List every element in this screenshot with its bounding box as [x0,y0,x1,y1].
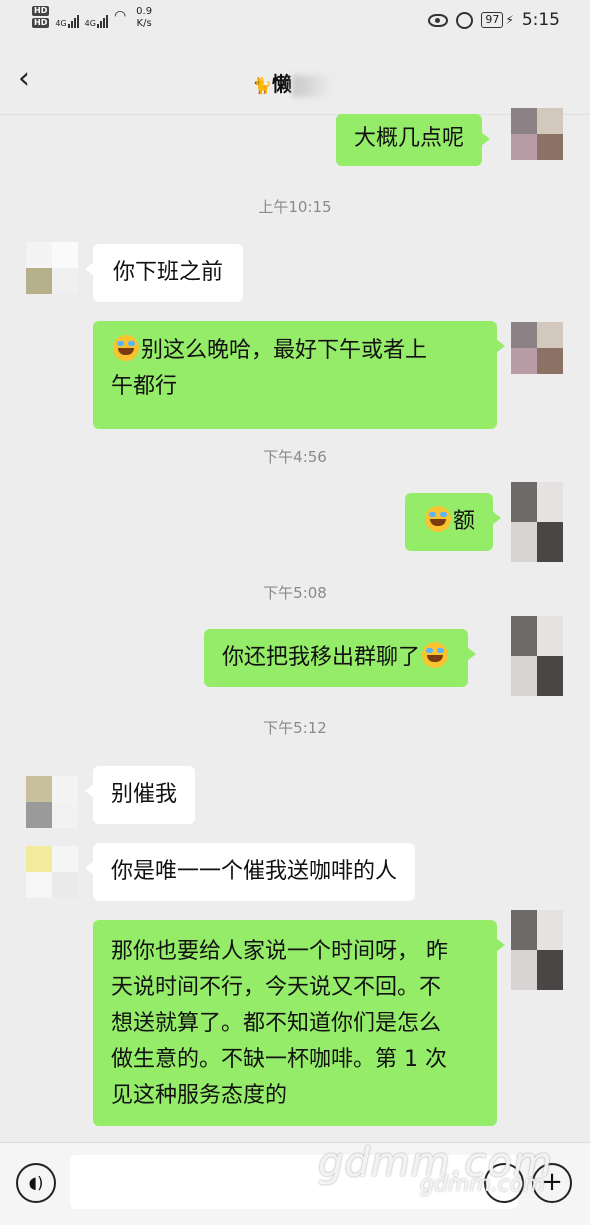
network-speed: 0.9 K/s [136,6,152,30]
hd-indicators: HD HD [32,6,50,28]
message-text: 额 [453,509,476,534]
eye-comfort-icon [428,13,449,27]
speed-unit: K/s [136,18,152,29]
network-type-2: 4G [84,19,96,28]
contact-avatar[interactable] [26,846,78,898]
message-line: 想送就算了。都不知道你们是怎么 [111,1011,442,1036]
my-avatar[interactable] [511,910,563,990]
timestamp: 上午10:15 [258,198,332,216]
message-bubble-outgoing[interactable]: 大概几点呢 [336,114,491,166]
message-bubble-incoming[interactable]: 别催我 [84,766,196,824]
message-line: 见这种服务态度的 [111,1083,288,1108]
message-line: 那你也要给人家说一个时间呀， 昨 [111,939,448,964]
message-bubble-incoming[interactable]: 你下班之前 [84,244,244,302]
message-bubble-outgoing[interactable]: 你还把我移出群聊了 [204,629,477,687]
message-text: 别这么晚哈，最好下午或者上 [141,338,428,363]
wifi-icon: ◠ [113,8,127,24]
crying-laughing-emoji-icon [422,642,449,668]
clock: 5:15 [521,10,560,30]
chat-title: 🐈懒 [252,68,332,97]
contact-name: 懒 [271,72,292,96]
my-avatar[interactable] [511,322,563,374]
timestamp: 下午4:56 [263,448,327,466]
message-line: 天说时间不行，今天说又不回。不 [111,975,442,1000]
voice-input-icon[interactable]: ◖) [16,1163,56,1203]
crying-laughing-emoji-icon [113,335,139,361]
message-text: 大概几点呢 [354,126,465,151]
network-type-1: 4G [55,19,67,28]
blurred-name [291,74,332,97]
crying-laughing-emoji-icon [425,506,451,532]
contact-emoji-icon: 🐈 [252,76,272,95]
my-avatar[interactable] [511,616,563,696]
alarm-icon [456,11,474,29]
message-text: 别催我 [111,782,178,807]
message-line: 做生意的。不缺一杯咖啡。第 1 次 [111,1047,447,1072]
my-avatar[interactable] [511,482,563,562]
signal-1: 4G [55,6,79,28]
hd-badge-1: HD [32,6,50,16]
message-text: 你是唯一一个催我送咖啡的人 [111,859,398,884]
hd-badge-2: HD [32,18,50,28]
timestamp: 下午5:08 [263,584,327,602]
speed-value: 0.9 [136,6,153,17]
message-bubble-outgoing[interactable]: 额 [405,493,502,551]
message-bubble-outgoing[interactable]: 别这么晚哈，最好下午或者上 午都行 [93,321,505,429]
message-bubble-outgoing[interactable]: 那你也要给人家说一个时间呀， 昨 天说时间不行，今天说又不回。不 想送就算了。都… [93,920,505,1126]
signal-bars-icon [67,14,79,28]
my-avatar[interactable] [511,108,563,160]
contact-avatar[interactable] [26,776,78,828]
message-text-line2: 午都行 [111,374,178,399]
watermark-small: gdmm.com [420,1172,545,1197]
contact-avatar[interactable] [26,242,78,294]
message-bubble-incoming[interactable]: 你是唯一一个催我送咖啡的人 [84,843,416,901]
status-bar: HD HD 4G 4G ◠ 0.9 K/s 97 ⚡ 5:15 [0,0,590,46]
message-line: 别这么晚哈，最好下午或者上 [111,333,479,369]
signal-bars-icon [96,14,108,28]
charging-icon: ⚡ [505,13,514,27]
message-text: 你下班之前 [113,260,224,285]
chat-header: ‹ 🐈懒 [0,46,590,115]
battery-level: 97 [481,12,504,28]
back-arrow-icon[interactable]: ‹ [18,64,30,94]
timestamp: 下午5:12 [263,719,327,737]
message-text: 你还把我移出群聊了 [222,645,421,670]
signal-2: 4G [85,6,108,28]
